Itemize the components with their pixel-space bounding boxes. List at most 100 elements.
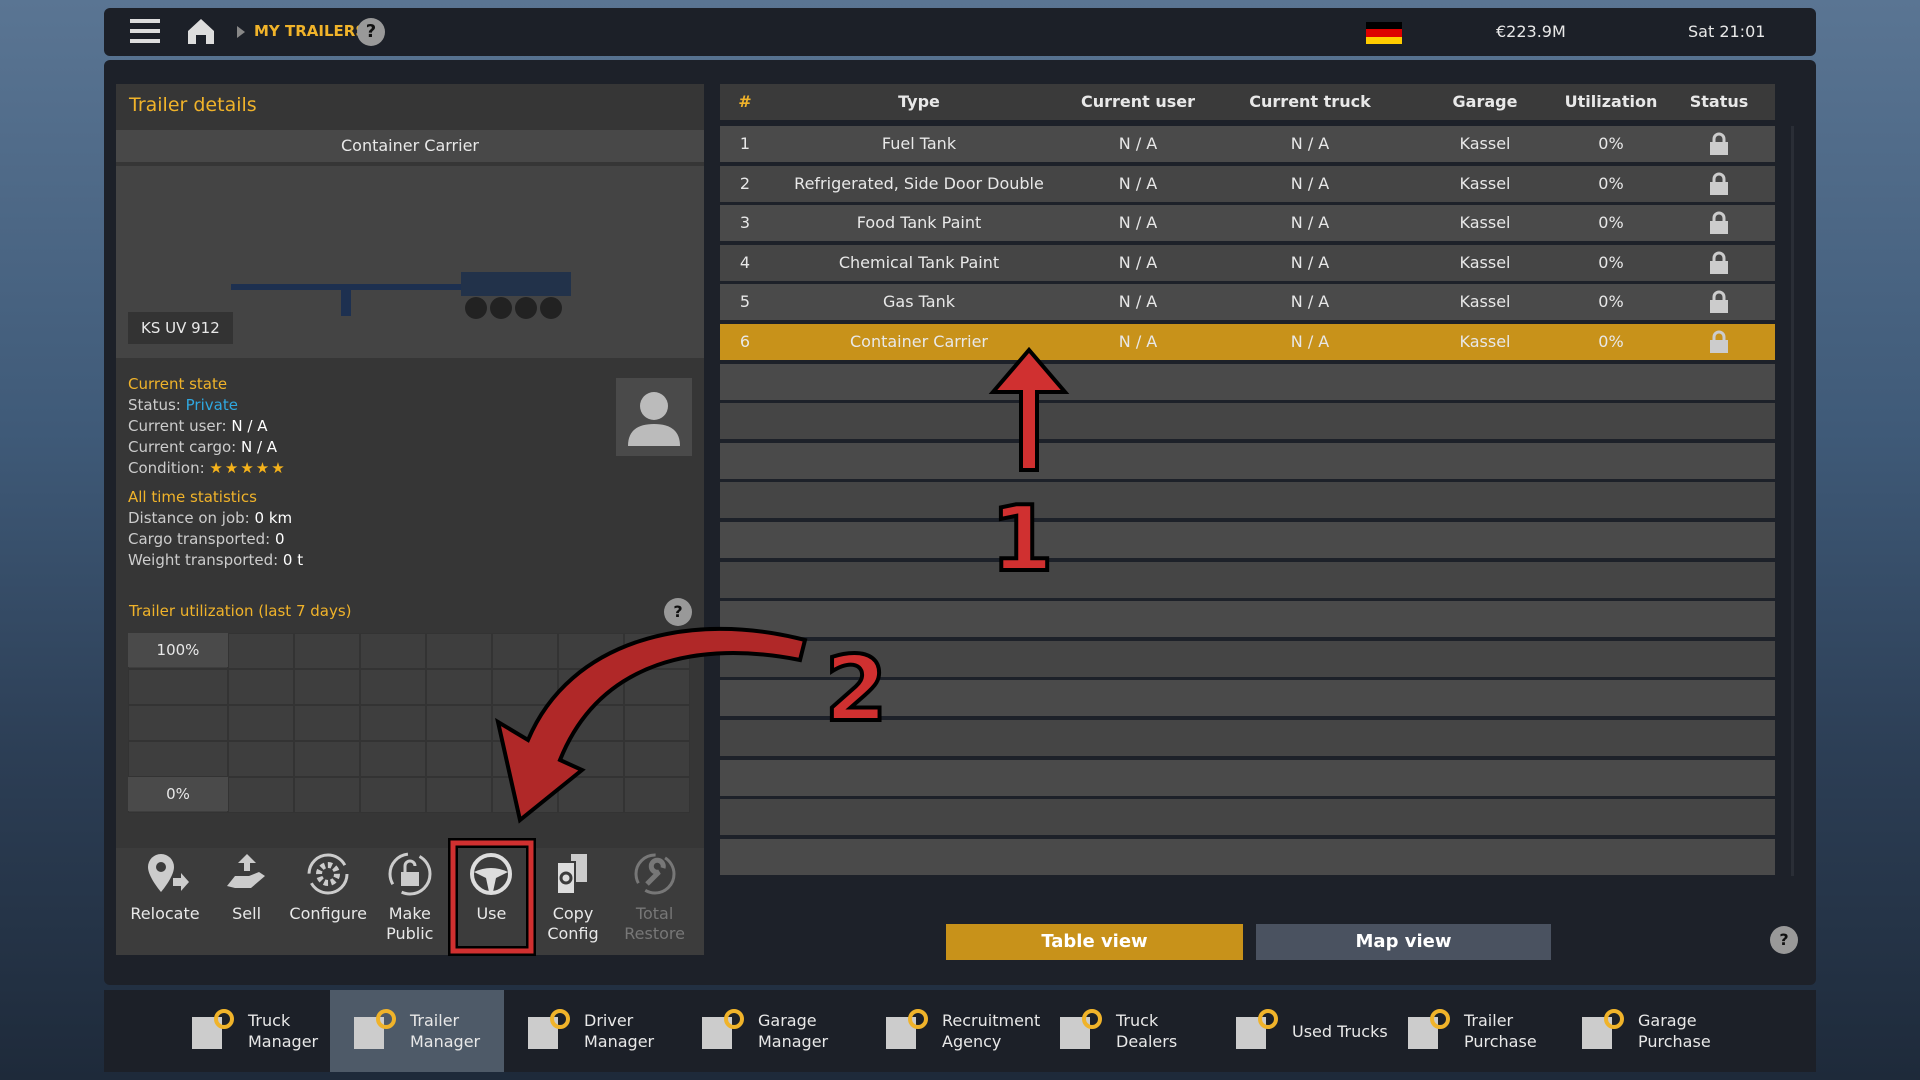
grid-cell — [426, 777, 492, 813]
nav-truck-manager[interactable]: Truck Manager — [188, 990, 318, 1072]
relocate-button[interactable]: Relocate — [125, 850, 205, 924]
empty-row — [720, 799, 1775, 836]
home-icon[interactable] — [188, 18, 214, 44]
grid-cell — [294, 633, 360, 669]
column-header[interactable]: Garage — [1453, 84, 1518, 120]
grid-cell — [624, 633, 690, 669]
action-label: Public — [386, 924, 434, 943]
table-row[interactable]: 4 Chemical Tank Paint N / A N / A Kassel 0% — [720, 244, 1775, 281]
label: Cargo transported: — [128, 530, 271, 548]
grid-cell — [492, 741, 558, 777]
grid-cell — [360, 777, 426, 813]
action-label: Total — [635, 904, 674, 923]
grid-cell — [360, 705, 426, 741]
grid-cell — [128, 741, 228, 777]
nav-label: Agency — [942, 1032, 1002, 1051]
table-cell: 4 — [739, 252, 751, 272]
copy-config-button[interactable]: Copy Config — [533, 850, 613, 944]
nav-label: Recruitment — [942, 1011, 1041, 1030]
column-header[interactable]: Status — [1690, 84, 1749, 120]
nav-garage-purchase[interactable]: Garage Purchase — [1578, 990, 1711, 1072]
label: Distance on job: — [128, 509, 250, 527]
column-header[interactable]: Current user — [1081, 84, 1195, 120]
column-header[interactable]: Current truck — [1249, 84, 1370, 120]
relocate-icon — [148, 854, 189, 892]
current-state-section: Current state Status: Private Current us… — [128, 374, 303, 571]
table-cell: Gas Tank — [883, 292, 955, 312]
nav-trailer-manager[interactable]: Trailer Manager — [330, 990, 504, 1072]
license-plate: KS UV 912 — [128, 312, 233, 344]
table-cell: 3 — [739, 213, 751, 233]
table-row[interactable]: 1 Fuel Tank N / A N / A Kassel 0% — [720, 126, 1775, 162]
restore-icon — [634, 853, 676, 895]
nav-truck-dealers[interactable]: Truck Dealers — [1056, 990, 1177, 1072]
grid-cell — [624, 777, 690, 813]
map-view-button[interactable]: Map view — [1256, 924, 1551, 960]
menu-icon[interactable] — [130, 18, 160, 44]
table-cell: N / A — [1290, 332, 1330, 351]
grid-cell — [360, 669, 426, 705]
total-restore-button[interactable]: Total Restore — [615, 850, 695, 944]
table-row[interactable]: 2 Refrigerated, Side Door Double N / A N / … — [720, 165, 1775, 202]
empty-row — [720, 363, 1775, 400]
table-view-button[interactable]: Table view — [946, 924, 1243, 960]
nav-driver-manager[interactable]: Driver Manager — [524, 990, 654, 1072]
status-value: Private — [185, 396, 238, 414]
nav-trailer-purchase[interactable]: Trailer Purchase — [1404, 990, 1537, 1072]
table-cell: N / A — [1290, 173, 1330, 193]
action-label: Use — [476, 904, 507, 923]
grid-cell — [128, 669, 228, 705]
grid-cell — [558, 633, 624, 669]
nav-recruitment-agency[interactable]: Recruitment Agency — [882, 990, 1040, 1072]
help-icon[interactable]: ? — [664, 598, 692, 626]
nav-icon — [1060, 1009, 1102, 1049]
grid-cell — [294, 669, 360, 705]
grid-cell — [558, 669, 624, 705]
sell-button[interactable]: Sell — [207, 850, 287, 924]
table-cell: 1 — [739, 134, 751, 153]
top-bar: MY TRAILERS ? €223.9M Sat 21:01 — [104, 8, 1816, 56]
use-button[interactable]: Use — [451, 850, 531, 924]
grid-cell — [558, 777, 624, 813]
table-cell: Container Carrier — [850, 332, 988, 351]
grid-cell — [558, 705, 624, 741]
table-row[interactable]: 3 Food Tank Paint N / A N / A Kassel 0% — [720, 205, 1775, 242]
copy-config-icon — [556, 854, 587, 895]
grid-cell — [128, 705, 228, 741]
table-row[interactable]: 6 Container Carrier N / A N / A Kassel 0% — [720, 324, 1775, 360]
chevron-right-icon — [237, 26, 245, 38]
make-public-button[interactable]: Make Public — [370, 850, 450, 944]
empty-row — [720, 522, 1775, 558]
action-label: Config — [547, 924, 599, 943]
user-value: N / A — [231, 417, 268, 435]
table-cell: 0% — [1598, 213, 1624, 233]
nav-label: Trailer — [1464, 1011, 1514, 1030]
grid-cell — [426, 705, 492, 741]
grid-cell — [624, 741, 690, 777]
column-header[interactable]: Utilization — [1565, 84, 1658, 120]
table-cell: Kassel — [1459, 134, 1511, 153]
table-cell: N / A — [1118, 134, 1158, 153]
column-header[interactable]: Type — [898, 84, 940, 120]
column-header[interactable]: # — [738, 84, 751, 120]
section-title: All time statistics — [128, 488, 257, 506]
help-icon[interactable]: ? — [357, 18, 385, 46]
nav-garage-manager[interactable]: Garage Manager — [698, 990, 828, 1072]
table-cell: N / A — [1118, 173, 1158, 193]
help-icon[interactable]: ? — [1770, 926, 1798, 954]
lock-icon — [1709, 324, 1729, 360]
nav-label: Used Trucks — [1292, 1021, 1388, 1041]
grid-cell — [294, 741, 360, 777]
table-cell: Kassel — [1459, 252, 1511, 272]
unlock-icon — [388, 852, 432, 896]
configure-button[interactable]: Configure — [288, 850, 368, 924]
grid-cell — [624, 669, 690, 705]
nav-used-trucks[interactable]: Used Trucks — [1232, 990, 1388, 1072]
breadcrumb[interactable]: MY TRAILERS — [254, 22, 366, 40]
empty-row — [720, 601, 1775, 638]
scrollbar[interactable] — [1791, 126, 1794, 876]
table-row[interactable]: 5 Gas Tank N / A N / A Kassel 0% — [720, 284, 1775, 321]
nav-label: Manager — [584, 1032, 655, 1051]
table-cell: Food Tank Paint — [856, 213, 982, 233]
nav-label: Garage — [758, 1011, 817, 1030]
